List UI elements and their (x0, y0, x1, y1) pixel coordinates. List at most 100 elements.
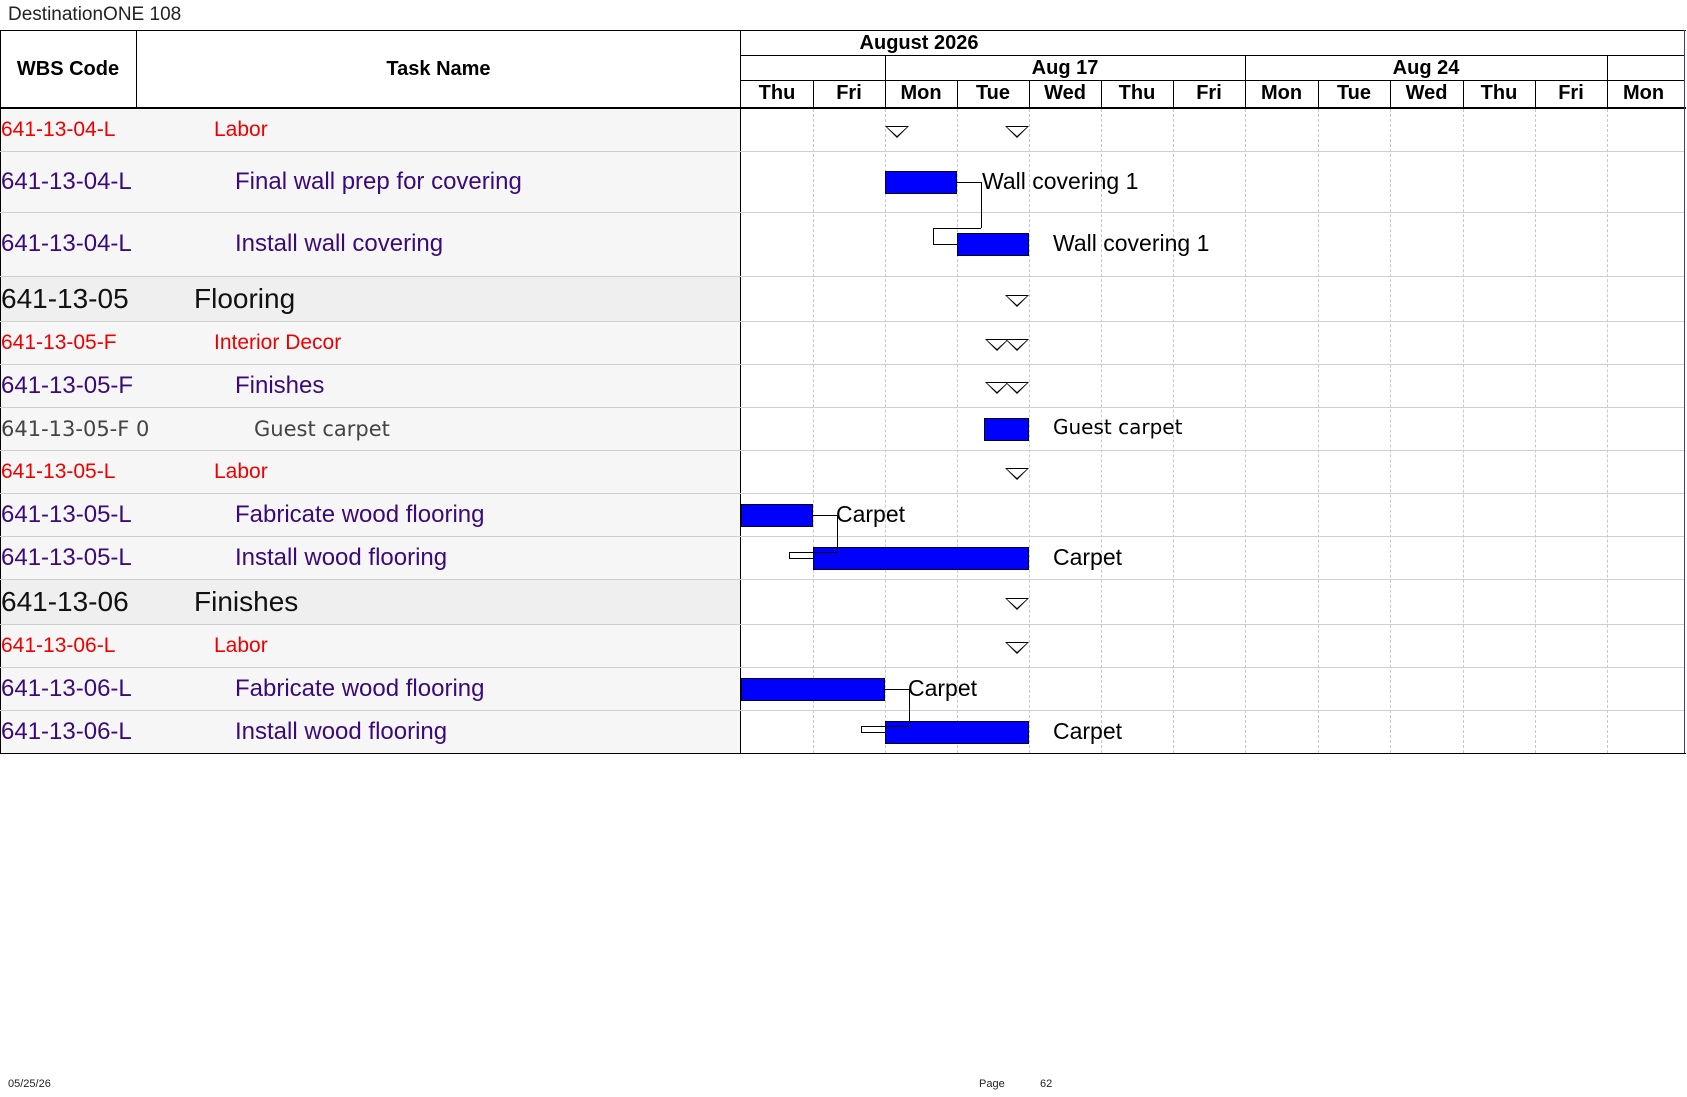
task-name: Labor (214, 459, 268, 483)
week-divider (885, 55, 886, 80)
day-header: Wed (1044, 82, 1086, 104)
month-header: August 2026 (859, 31, 979, 54)
day-divider (1463, 80, 1464, 107)
day-divider (957, 80, 958, 107)
dependency-connector (909, 689, 910, 726)
column-divider (740, 30, 741, 753)
day-gridline (1318, 109, 1319, 753)
week-header-aug-17: Aug 17 (1031, 56, 1099, 79)
task-name: Final wall prep for covering (235, 167, 522, 195)
day-gridline (1390, 109, 1391, 753)
day-header: Wed (1405, 82, 1448, 104)
wbs-code: 641-13-06-L (1, 633, 116, 657)
task-name: Fabricate wood flooring (235, 674, 485, 702)
day-header: Fri (1558, 82, 1584, 104)
table-bottom-border (0, 753, 1686, 754)
day-divider (813, 80, 814, 107)
day-header: Mon (1260, 82, 1303, 104)
day-gridline (1029, 109, 1030, 753)
task-column-header[interactable]: Task Name (137, 31, 740, 107)
bar-label-carpet: Carpet (1053, 544, 1123, 570)
task-name: Install wood flooring (235, 543, 448, 571)
summary-marker-icon (1005, 339, 1029, 351)
day-gridline (813, 109, 814, 753)
dependency-connector (933, 228, 957, 245)
summary-marker-icon (1005, 468, 1029, 480)
dependency-connector (837, 515, 838, 552)
task-name: Interior Decor (214, 330, 342, 354)
summary-marker-icon (1005, 126, 1029, 138)
wbs-code: 641-13-06-L (1, 717, 132, 745)
footer-page-label: Page (979, 1078, 1005, 1090)
bar-label-guest-carpet: Guest carpet (1053, 415, 1183, 439)
bar-label-carpet: Carpet (908, 675, 978, 701)
dependency-connector (981, 182, 982, 228)
table-top-border (0, 30, 1686, 31)
wbs-code: 641-13-05-L (1, 543, 132, 571)
day-gridline (1535, 109, 1536, 753)
day-header: Tue (1336, 82, 1372, 104)
document-title: DestinationONE 108 (8, 4, 182, 25)
wbs-code: 641-13-05-F 0 (1, 416, 150, 441)
dependency-connector (957, 182, 981, 183)
day-header: Thu (1118, 82, 1156, 104)
week-divider (1607, 55, 1608, 80)
bar-label-wall-covering: Wall covering 1 (1053, 230, 1210, 256)
task-bar-fabricate-wood-flooring[interactable] (741, 678, 885, 701)
task-bar-fabricate-wood-flooring[interactable] (741, 504, 813, 527)
summary-marker-icon (1005, 598, 1029, 610)
day-divider (1173, 80, 1174, 107)
task-name: Fabricate wood flooring (235, 500, 485, 528)
day-header: Thu (1480, 82, 1518, 104)
summary-marker-icon (1005, 642, 1029, 654)
dependency-connector (885, 689, 909, 690)
wbs-code: 641-13-06-L (1, 674, 132, 702)
wbs-code: 641-13-05-F (1, 330, 117, 354)
day-divider (1101, 80, 1102, 107)
week-divider (1245, 55, 1246, 80)
wbs-code: 641-13-04-L (1, 167, 132, 195)
task-bar-final-wall-prep[interactable] (885, 171, 957, 194)
task-name: Flooring (194, 282, 296, 314)
wbs-code: 641-13-05 (1, 282, 129, 314)
wbs-code: 641-13-04-L (1, 230, 132, 257)
table-right-border (1684, 30, 1685, 753)
task-name: Finishes (235, 371, 325, 399)
bar-label-carpet: Carpet (1053, 718, 1123, 744)
task-name: Install wall covering (235, 230, 444, 257)
dependency-connector (813, 515, 837, 516)
day-divider (1318, 80, 1319, 107)
summary-marker-icon (1005, 295, 1029, 307)
day-gridline (885, 109, 886, 753)
dependency-connector (789, 552, 813, 559)
day-gridline (1607, 109, 1608, 753)
task-name: Finishes (194, 585, 299, 617)
day-divider (1029, 80, 1030, 107)
bar-label-carpet: Carpet (836, 501, 906, 527)
week-header-aug-24: Aug 24 (1392, 56, 1460, 79)
summary-marker-icon (1005, 382, 1029, 394)
task-bar-install-wood-flooring[interactable] (885, 721, 1029, 744)
wbs-code: 641-13-05-L (1, 459, 116, 483)
task-bar-guest-carpet[interactable] (984, 418, 1029, 441)
day-divider (1607, 80, 1608, 107)
task-bar-install-wood-flooring[interactable] (813, 547, 1029, 570)
day-gridline (957, 109, 958, 753)
day-gridline (1463, 109, 1464, 753)
bar-label-wall-covering: Wall covering 1 (982, 168, 1139, 194)
wbs-code: 641-13-04-L (1, 117, 116, 141)
footer-date: 05/25/26 (8, 1078, 51, 1090)
timescale-divider (740, 80, 1684, 81)
summary-marker-icon (885, 126, 909, 138)
day-header: Tue (975, 82, 1011, 104)
wbs-column-header[interactable]: WBS Code (1, 31, 135, 107)
day-header: Fri (1196, 82, 1222, 104)
task-bar-install-wall-covering[interactable] (957, 233, 1029, 256)
task-name: Labor (214, 117, 268, 141)
dependency-connector (861, 726, 885, 733)
day-divider (885, 80, 886, 107)
task-name: Install wood flooring (235, 717, 448, 745)
day-divider (1535, 80, 1536, 107)
task-name: Labor (214, 633, 268, 657)
day-header: Mon (1622, 82, 1665, 104)
